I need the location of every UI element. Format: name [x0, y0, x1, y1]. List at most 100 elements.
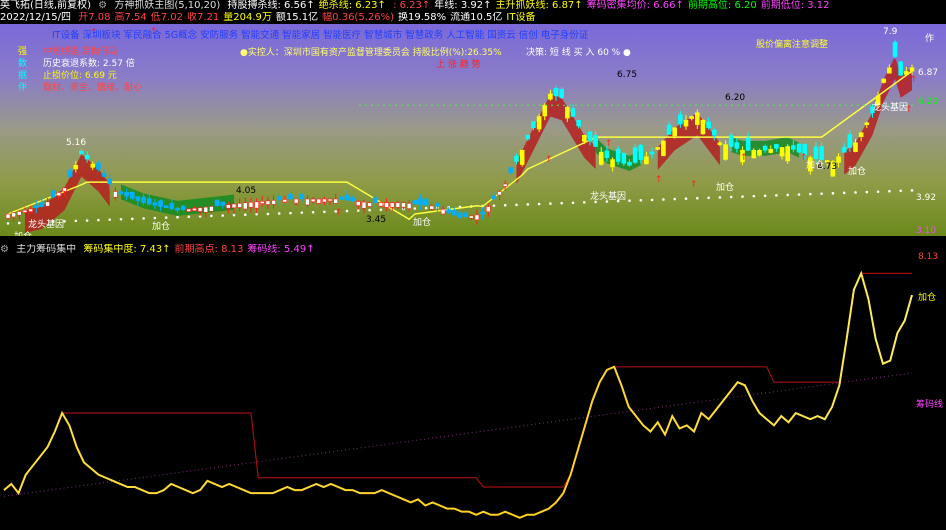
sub-indicator-name[interactable]: 主力筹码集中	[16, 244, 76, 255]
candle-body[interactable]	[124, 192, 129, 197]
candle-body[interactable]	[203, 206, 209, 213]
candle-body[interactable]	[621, 152, 627, 164]
candle-body[interactable]	[192, 208, 197, 211]
candle-body[interactable]	[56, 192, 62, 197]
candle-body[interactable]	[423, 199, 429, 206]
candle-body[interactable]	[158, 200, 163, 207]
candle-body[interactable]	[231, 203, 237, 209]
panel-separator[interactable]	[0, 236, 946, 244]
candle-body[interactable]	[45, 201, 50, 207]
stock-name[interactable]: 英飞拓(日线,前复权)	[0, 0, 91, 11]
candle-body[interactable]	[909, 67, 915, 72]
candle-body[interactable]	[847, 134, 853, 148]
candle-body[interactable]	[220, 201, 225, 206]
candle-body[interactable]	[661, 140, 666, 157]
candle-body[interactable]	[361, 201, 367, 209]
candle-body[interactable]	[299, 193, 305, 200]
candle-body[interactable]	[615, 148, 621, 162]
main-price-chart[interactable]: ↑ ↑ ↑ ↑ ↑ ↑ ↑ ↑ ↑ ↑ ↑ IT设备 深圳板块 军民融合 5G概念 安防服务 智能交…	[0, 24, 946, 236]
candle-body[interactable]	[723, 144, 728, 160]
candle-body[interactable]	[344, 194, 350, 201]
candle-body[interactable]	[887, 67, 892, 74]
candle-body[interactable]	[655, 147, 661, 150]
candle-body[interactable]	[497, 191, 502, 196]
candle-body[interactable]	[463, 212, 468, 218]
candle-body[interactable]	[632, 147, 638, 163]
candle-body[interactable]	[389, 202, 395, 208]
candle-body[interactable]	[350, 197, 355, 202]
candle-body[interactable]	[604, 150, 610, 159]
candle-body[interactable]	[146, 198, 152, 205]
candle-body[interactable]	[367, 202, 372, 207]
candle-body[interactable]	[418, 198, 423, 205]
candle-body[interactable]	[711, 129, 717, 136]
candle-body[interactable]	[384, 202, 389, 208]
candle-body[interactable]	[581, 134, 587, 142]
candle-body[interactable]	[79, 150, 84, 155]
candle-body[interactable]	[519, 149, 525, 165]
candle-body[interactable]	[28, 208, 33, 212]
candle-body[interactable]	[644, 156, 649, 165]
candle-body[interactable]	[33, 205, 39, 209]
candle-body[interactable]	[141, 196, 146, 204]
candle-body[interactable]	[186, 208, 192, 212]
chip-line-plot[interactable]	[0, 256, 946, 527]
settings-gear-icon-2[interactable]: ⚙	[0, 244, 9, 255]
candle-body[interactable]	[593, 135, 598, 147]
candle-body[interactable]	[152, 202, 158, 206]
candle-body[interactable]	[113, 191, 118, 198]
candle-body[interactable]	[107, 178, 112, 185]
candle-body[interactable]	[282, 199, 288, 203]
candle-body[interactable]	[50, 190, 56, 198]
candle-body[interactable]	[717, 142, 723, 145]
candle-body[interactable]	[683, 119, 689, 127]
candle-body[interactable]	[339, 196, 344, 200]
candle-body[interactable]	[316, 198, 322, 204]
candle-body[interactable]	[452, 210, 457, 216]
candle-body[interactable]	[322, 198, 327, 203]
candle-body[interactable]	[559, 89, 565, 99]
candle-body[interactable]	[898, 61, 904, 76]
candle-body[interactable]	[39, 202, 45, 207]
candle-body[interactable]	[5, 213, 11, 219]
candle-body[interactable]	[197, 207, 203, 212]
candle-body[interactable]	[305, 198, 310, 206]
candle-body[interactable]	[118, 191, 124, 195]
candle-body[interactable]	[73, 164, 79, 170]
candle-body[interactable]	[130, 191, 135, 199]
candle-body[interactable]	[214, 199, 220, 207]
candle-body[interactable]	[734, 142, 740, 149]
candle-body[interactable]	[474, 214, 480, 221]
candle-body[interactable]	[762, 145, 768, 151]
candle-body[interactable]	[587, 131, 593, 142]
candle-body[interactable]	[480, 211, 485, 215]
candle-body[interactable]	[101, 173, 107, 177]
candle-body[interactable]	[485, 206, 491, 213]
candle-body[interactable]	[372, 197, 378, 204]
candle-body[interactable]	[293, 198, 299, 204]
candle-body[interactable]	[768, 149, 774, 153]
candle-body[interactable]	[706, 121, 711, 129]
candle-body[interactable]	[638, 144, 644, 160]
candle-body[interactable]	[536, 116, 542, 130]
candle-body[interactable]	[841, 147, 847, 153]
candle-body[interactable]	[491, 195, 497, 200]
candle-body[interactable]	[649, 151, 655, 155]
candle-body[interactable]	[779, 147, 785, 157]
candle-body[interactable]	[259, 201, 265, 204]
candle-body[interactable]	[531, 121, 536, 129]
candle-body[interactable]	[598, 151, 604, 165]
settings-gear-icon[interactable]: ⚙	[98, 0, 107, 11]
candle-body[interactable]	[728, 135, 734, 147]
candle-body[interactable]	[508, 167, 514, 174]
candle-body[interactable]	[853, 142, 858, 152]
candle-body[interactable]	[406, 203, 412, 209]
candle-body[interactable]	[610, 159, 615, 168]
chip-concentration-chart[interactable]: 8.13 加仓 筹码线	[0, 252, 946, 527]
candle-body[interactable]	[548, 93, 553, 100]
candle-body[interactable]	[666, 124, 672, 135]
candle-body[interactable]	[135, 196, 141, 201]
candle-body[interactable]	[502, 183, 508, 187]
candle-body[interactable]	[672, 127, 678, 137]
candle-body[interactable]	[858, 132, 864, 138]
